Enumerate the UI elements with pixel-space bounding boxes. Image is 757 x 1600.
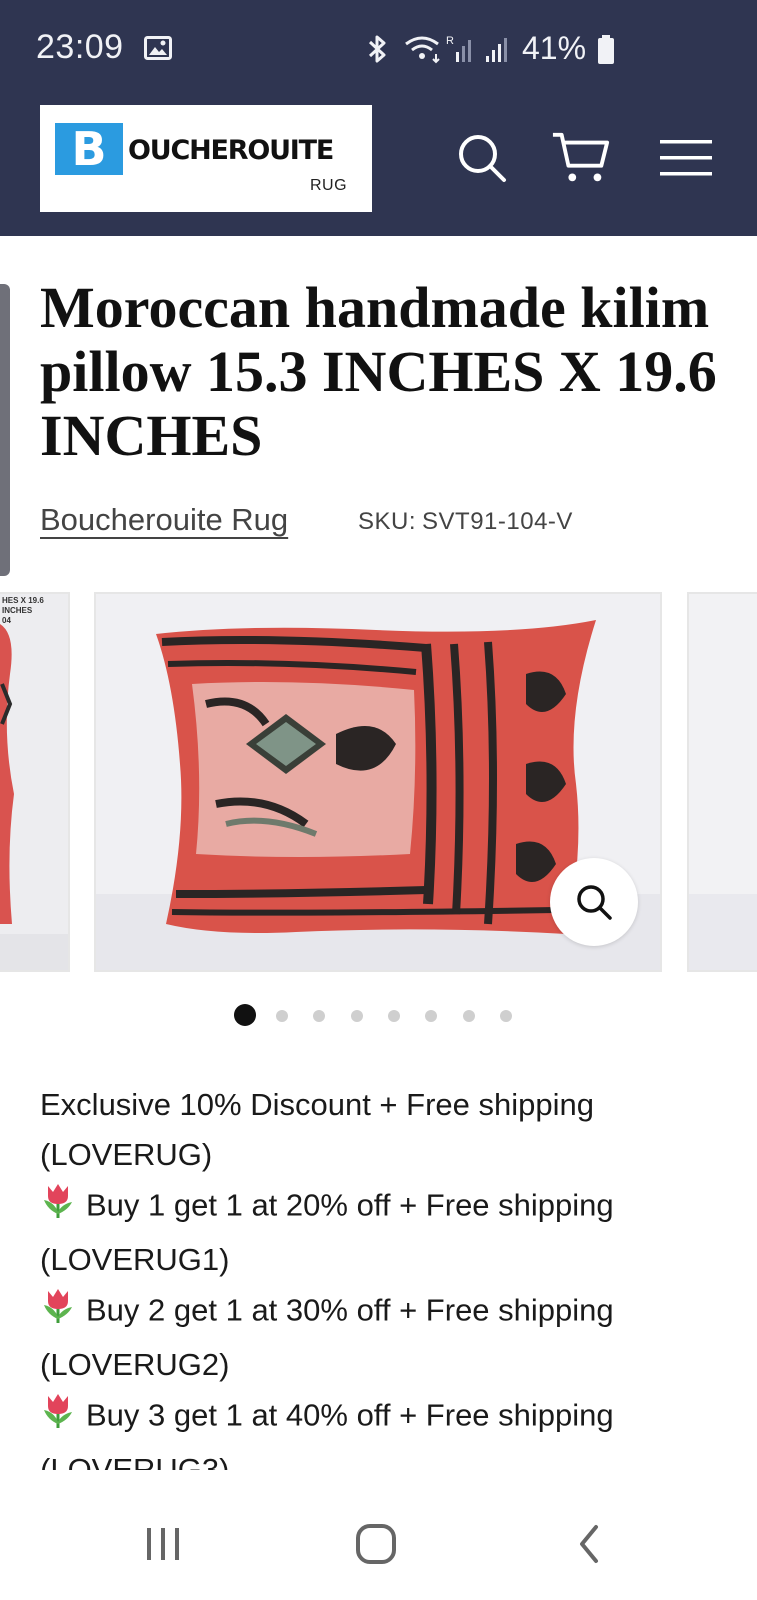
vendor-link[interactable]: Boucherouite Rug: [40, 502, 288, 538]
promo-text: Exclusive 10% Discount + Free shipping (…: [40, 1087, 594, 1172]
recent-apps-icon: [147, 1528, 179, 1560]
bluetooth-icon: [364, 34, 390, 64]
home-button[interactable]: [341, 1514, 411, 1574]
menu-icon: [660, 140, 712, 176]
pagination-dot[interactable]: [499, 1010, 512, 1022]
sku-value: SVT91-104-V: [422, 508, 573, 535]
pagination-dot[interactable]: [234, 1004, 256, 1026]
tulip-icon: [40, 1390, 76, 1445]
pagination-dot[interactable]: [276, 1010, 288, 1022]
pagination-dot[interactable]: [350, 1010, 363, 1022]
back-icon: [580, 1525, 598, 1563]
side-drawer-tab[interactable]: [0, 284, 10, 576]
zoom-icon: [577, 885, 612, 920]
store-logo[interactable]: B OUCHEROUITE RUG: [40, 105, 372, 212]
search-icon: [459, 135, 506, 182]
promotions-list: Exclusive 10% Discount + Free shipping (…: [40, 1080, 730, 1495]
gallery-slide-next[interactable]: [687, 592, 757, 972]
battery-percent: 41%: [522, 30, 587, 66]
product-sku: SKU: SVT91-104-V: [358, 508, 573, 536]
gallery-icon: [144, 36, 172, 60]
menu-button[interactable]: [656, 128, 716, 188]
home-icon: [356, 1524, 396, 1564]
signal-icon: R: [446, 34, 476, 64]
recent-apps-button[interactable]: [128, 1514, 198, 1574]
promo-text: Buy 2 get 1 at 30% off + Free shipping (…: [40, 1292, 614, 1382]
zoom-button[interactable]: [550, 858, 638, 946]
wifi-icon: [404, 34, 444, 64]
search-button[interactable]: [452, 128, 512, 188]
status-time: 23:09: [36, 28, 124, 66]
pagination-dot[interactable]: [425, 1010, 438, 1022]
back-button[interactable]: [554, 1514, 624, 1574]
logo-subtext: RUG: [310, 177, 348, 194]
battery-icon: [596, 34, 616, 66]
promo-line: Buy 1 get 1 at 20% off + Free shipping (…: [40, 1180, 730, 1285]
cart-button[interactable]: [551, 128, 611, 188]
site-header: 23:09 R 41% B OUCHEROUITE RUG: [0, 0, 757, 236]
system-navigation-bar: [0, 1492, 757, 1600]
pagination-dot[interactable]: [387, 1010, 400, 1022]
product-title: Moroccan handmade kilim pillow 15.3 INCH…: [40, 275, 717, 468]
promo-line: Buy 2 get 1 at 30% off + Free shipping (…: [40, 1285, 730, 1390]
pagination-dot[interactable]: [462, 1010, 475, 1022]
status-bar: 23:09 R 41%: [0, 0, 757, 100]
promo-text: Buy 1 get 1 at 20% off + Free shipping (…: [40, 1187, 614, 1277]
signal-icon: [484, 34, 512, 64]
slide-caption: HES X 19.6 INCHES 04: [2, 596, 44, 625]
logo-text: OUCHEROUITE: [128, 135, 334, 166]
product-gallery[interactable]: HES X 19.6 INCHES 04: [0, 592, 757, 972]
gallery-slide-previous[interactable]: HES X 19.6 INCHES 04: [0, 592, 70, 972]
svg-text:R: R: [446, 35, 454, 47]
sku-label: SKU:: [358, 508, 417, 535]
logo-mark: B: [55, 123, 123, 175]
promo-line: Exclusive 10% Discount + Free shipping (…: [40, 1080, 730, 1180]
gallery-pagination: [234, 1004, 534, 1028]
pagination-dot[interactable]: [313, 1010, 326, 1022]
tulip-icon: [40, 1285, 76, 1340]
content-fade: [0, 1470, 757, 1492]
tulip-icon: [40, 1180, 76, 1235]
cart-icon: [552, 132, 610, 182]
